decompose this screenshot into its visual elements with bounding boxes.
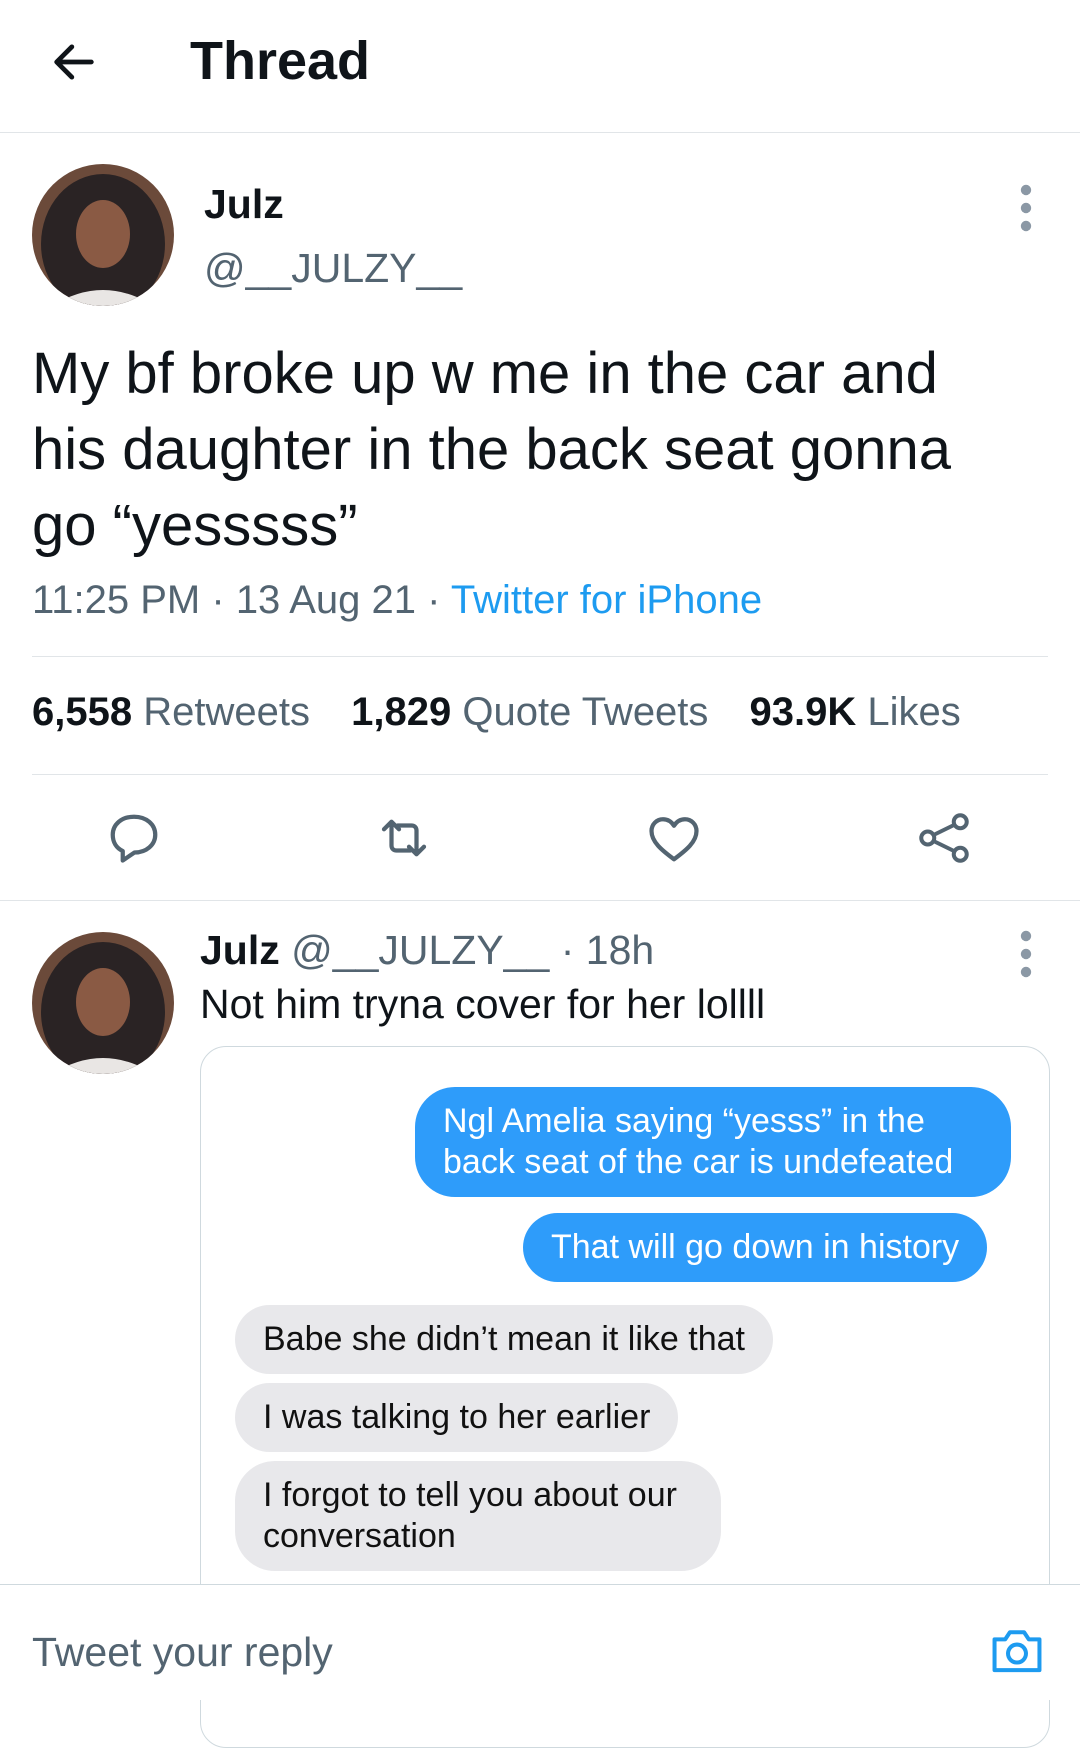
divider (32, 656, 1048, 657)
divider (0, 900, 1080, 901)
received-message: I was talking to her earlier (235, 1383, 679, 1452)
quote-tweets-count: 1,829 (351, 690, 452, 734)
reply-icon[interactable] (104, 808, 164, 868)
reply-timestamp[interactable]: 18h (586, 927, 654, 973)
sent-message: Ngl Amelia saying “yesss” in the back se… (415, 1087, 1011, 1197)
meta-separator: · (560, 927, 575, 973)
likes-label: Likes (867, 690, 961, 734)
reply-author-name[interactable]: Julz (200, 927, 280, 973)
received-message: I forgot to tell you about our conversat… (235, 1461, 721, 1571)
back-arrow-icon[interactable] (48, 36, 100, 88)
retweet-icon[interactable] (374, 808, 434, 868)
reply-text: Not him tryna cover for her lollll (200, 981, 766, 1027)
like-icon[interactable] (644, 808, 704, 868)
tweet-text: My bf broke up w me in the car and his d… (32, 341, 951, 558)
quote-tweets-label: Quote Tweets (462, 690, 709, 734)
top-bar (0, 0, 1080, 133)
sent-message: That will go down in history (523, 1213, 988, 1282)
retweets-stat[interactable]: 6,558 Retweets (32, 690, 310, 734)
tweet-source-link[interactable]: Twitter for iPhone (451, 578, 762, 622)
meta-separator: · (427, 578, 451, 622)
reply-author-handle[interactable]: @__JULZY__ (291, 927, 549, 973)
page-title: Thread (190, 31, 371, 91)
divider (32, 774, 1048, 775)
likes-count: 93.9K (749, 690, 857, 734)
tweet-meta: 11:25 PM · 13 Aug 21 · Twitter for iPhon… (32, 574, 762, 626)
reply-more-options-icon[interactable] (1014, 928, 1038, 980)
tweet-date: 13 Aug 21 (235, 578, 416, 622)
more-options-icon[interactable] (1014, 182, 1038, 234)
reply-input[interactable]: Tweet your reply (32, 1626, 333, 1678)
author-name[interactable]: Julz (204, 180, 284, 228)
engagement-stats: 6,558 Retweets 1,829 Quote Tweets 93.9K … (32, 686, 991, 738)
received-message: Babe she didn’t mean it like that (235, 1305, 773, 1374)
camera-icon[interactable] (988, 1624, 1046, 1676)
retweets-label: Retweets (143, 690, 310, 734)
likes-stat[interactable]: 93.9K Likes (750, 690, 961, 734)
quote-tweets-stat[interactable]: 1,829 Quote Tweets (351, 690, 708, 734)
reply-header: Julz @__JULZY__ · 18h (200, 924, 654, 976)
tweet-time: 11:25 PM (32, 578, 201, 622)
share-icon[interactable] (914, 808, 974, 868)
author-handle[interactable]: @__JULZY__ (204, 244, 462, 292)
meta-separator: · (211, 578, 236, 622)
reply-avatar[interactable] (32, 932, 174, 1074)
avatar[interactable] (32, 164, 174, 306)
retweets-count: 6,558 (32, 690, 133, 734)
